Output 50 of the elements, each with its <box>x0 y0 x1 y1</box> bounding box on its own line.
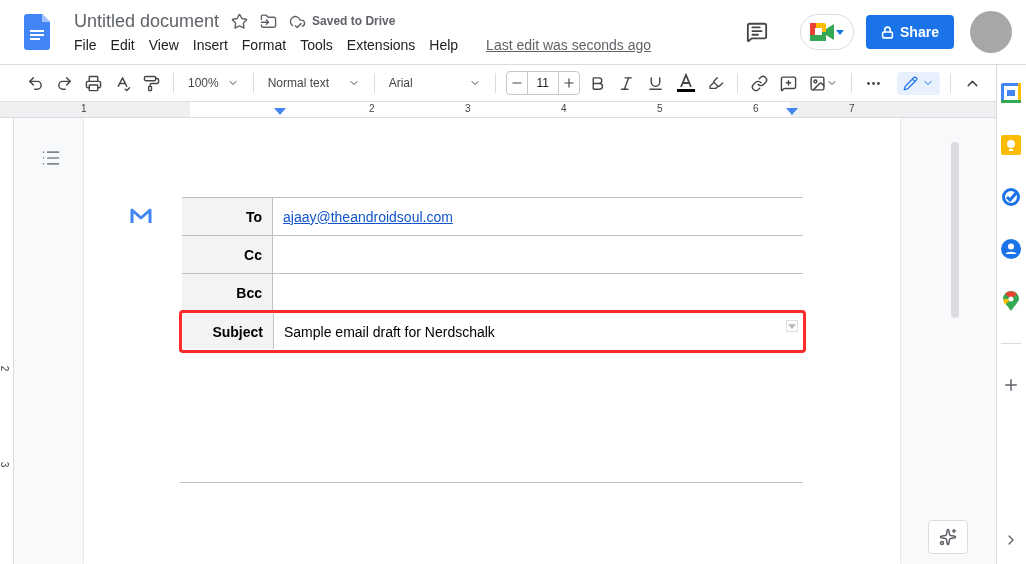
subject-text: Sample email draft for Nerdschalk <box>284 323 495 340</box>
editing-mode-button[interactable] <box>896 71 940 95</box>
menu-item[interactable]: Insert <box>186 35 234 54</box>
indent-marker[interactable] <box>274 108 286 115</box>
map-pin-icon[interactable] <box>1003 291 1020 311</box>
outline-icon[interactable] <box>41 148 61 168</box>
style-dropdown[interactable]: Normal text <box>263 76 364 90</box>
ruler-number: 2 <box>0 365 11 372</box>
field-label: Subject <box>183 314 274 349</box>
ruler-number: 2 <box>369 103 375 114</box>
scrollbar[interactable] <box>950 142 959 318</box>
menu-item[interactable]: File <box>68 35 103 54</box>
move-folder-icon[interactable] <box>260 12 278 30</box>
mail-icon <box>130 207 152 225</box>
field-label: Bcc <box>182 274 273 311</box>
document-title[interactable]: Untitled document <box>74 10 220 32</box>
tasks-icon[interactable] <box>1001 187 1022 207</box>
email-link[interactable]: ajaay@theandroidsoul.com <box>283 208 453 225</box>
pencil-icon <box>902 75 918 91</box>
menu-item[interactable]: Format <box>235 35 293 54</box>
indent-marker[interactable] <box>786 108 798 115</box>
star-icon[interactable] <box>231 12 249 30</box>
sparkle-icon <box>938 528 957 546</box>
explore-button[interactable] <box>927 520 968 554</box>
ruler-number: 3 <box>465 103 471 114</box>
contacts-icon[interactable] <box>1001 239 1022 259</box>
lock-icon <box>881 25 895 39</box>
menu-item[interactable]: Tools <box>294 35 339 54</box>
ruler-number: 4 <box>561 103 567 114</box>
docs-logo-icon[interactable] <box>24 14 50 50</box>
comment-icon[interactable] <box>746 21 768 43</box>
share-button[interactable]: Share <box>866 15 954 49</box>
ruler-number: 6 <box>753 103 759 114</box>
last-edit-link[interactable]: Last edit was seconds ago <box>486 36 652 53</box>
ruler-number: 1 <box>81 103 87 114</box>
font-dropdown[interactable]: Arial <box>384 76 485 90</box>
ruler-number: 3 <box>0 461 11 468</box>
field-label: Cc <box>182 236 273 273</box>
menu-item[interactable]: View <box>142 35 185 54</box>
field-label: To <box>182 198 273 235</box>
caret-icon <box>836 29 844 35</box>
ruler-number: 5 <box>657 103 663 114</box>
calendar-icon[interactable] <box>1001 83 1022 103</box>
zoom-dropdown[interactable]: 100% <box>184 76 243 90</box>
menu-item[interactable]: Extensions <box>340 35 422 54</box>
save-status: Saved to Drive <box>312 14 396 28</box>
ruler-number: 7 <box>849 103 855 114</box>
menu-item[interactable]: Help <box>423 35 465 54</box>
menu-item[interactable]: Edit <box>104 35 141 54</box>
video-camera-icon <box>810 23 834 41</box>
